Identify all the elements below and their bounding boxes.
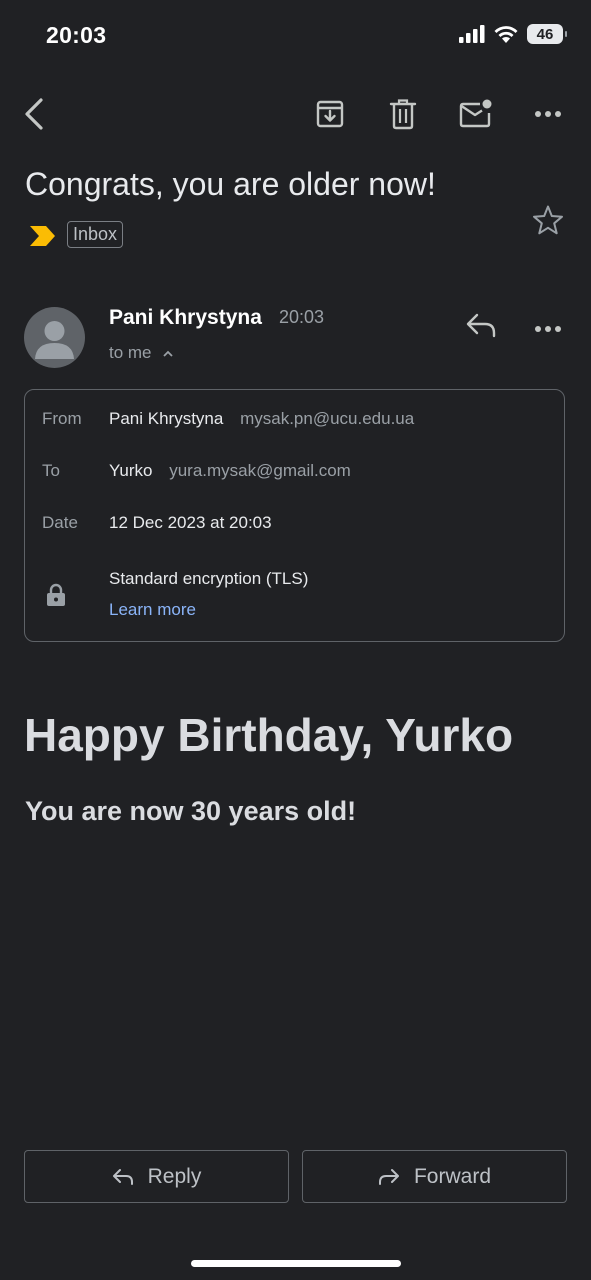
avatar[interactable] bbox=[24, 307, 85, 368]
learn-more-link[interactable]: Learn more bbox=[109, 600, 196, 620]
importance-marker-icon[interactable] bbox=[29, 225, 56, 252]
reply-arrow-icon bbox=[112, 1168, 133, 1185]
forward-arrow-icon bbox=[378, 1168, 399, 1185]
sender-name: Pani Khrystyna bbox=[109, 306, 262, 329]
forward-button[interactable]: Forward bbox=[302, 1150, 567, 1203]
wifi-icon bbox=[494, 25, 518, 43]
email-subject: Congrats, you are older now! bbox=[25, 166, 436, 202]
battery-icon: 46 bbox=[527, 24, 567, 44]
forward-button-label: Forward bbox=[413, 1164, 492, 1188]
to-name: Yurko bbox=[109, 461, 153, 480]
status-icons: 46 bbox=[459, 24, 567, 44]
star-icon[interactable] bbox=[532, 204, 564, 241]
archive-icon[interactable] bbox=[312, 96, 348, 132]
message-more-icon[interactable] bbox=[534, 320, 562, 338]
message-heading: Happy Birthday, Yurko bbox=[24, 709, 514, 761]
mark-unread-icon[interactable] bbox=[458, 96, 494, 132]
sent-time: 20:03 bbox=[279, 307, 325, 327]
to-email: yura.mysak@gmail.com bbox=[169, 461, 351, 480]
from-row[interactable]: Pani Khrystyna mysak.pn@ucu.edu.ua bbox=[109, 409, 414, 429]
recipient-toggle[interactable]: to me bbox=[109, 343, 174, 363]
reply-button[interactable]: Reply bbox=[24, 1150, 289, 1203]
lock-icon bbox=[46, 583, 66, 612]
encryption-text: Standard encryption (TLS) bbox=[109, 569, 309, 588]
cellular-signal-icon bbox=[459, 25, 485, 43]
date-label: Date bbox=[42, 513, 78, 532]
message-subheading: You are now 30 years old! bbox=[25, 796, 357, 826]
recipient-summary: to me bbox=[109, 343, 152, 362]
chevron-up-icon bbox=[163, 350, 173, 357]
date-value: 12 Dec 2023 at 20:03 bbox=[109, 513, 272, 532]
from-email: mysak.pn@ucu.edu.ua bbox=[240, 409, 415, 428]
reply-icon[interactable] bbox=[465, 311, 497, 344]
inbox-label-chip[interactable]: Inbox bbox=[67, 221, 124, 248]
reply-button-label: Reply bbox=[147, 1164, 202, 1188]
home-indicator[interactable] bbox=[191, 1260, 401, 1267]
from-name: Pani Khrystyna bbox=[109, 409, 224, 428]
more-icon[interactable] bbox=[530, 96, 566, 132]
to-row[interactable]: Yurko yura.mysak@gmail.com bbox=[109, 461, 351, 481]
status-time: 20:03 bbox=[46, 22, 107, 48]
from-label: From bbox=[42, 409, 82, 428]
back-icon[interactable] bbox=[16, 96, 52, 132]
to-label: To bbox=[42, 461, 60, 480]
trash-icon[interactable] bbox=[385, 96, 421, 132]
